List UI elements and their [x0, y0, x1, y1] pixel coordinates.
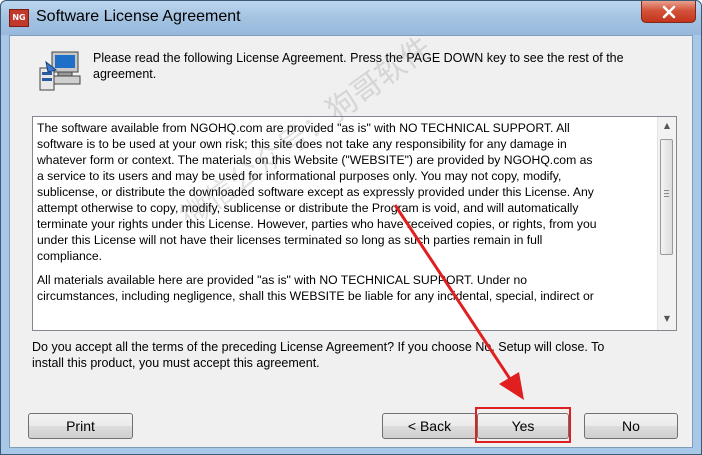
license-text-box[interactable]: The software available from NGOHQ.com ar…: [32, 116, 677, 331]
license-line: whatever form or context. The materials …: [37, 153, 593, 167]
license-line: under this License will not have their l…: [37, 233, 543, 247]
scrollbar-thumb[interactable]: [660, 139, 673, 255]
license-line: compliance.: [37, 249, 103, 263]
instruction-line: agreement.: [93, 67, 157, 81]
scroll-up-arrow-icon[interactable]: ▲: [661, 120, 673, 132]
title-bar[interactable]: NG Software License Agreement: [1, 1, 701, 35]
license-line: circumstances, including negligence, sha…: [37, 289, 594, 303]
license-text: The software available from NGOHQ.com ar…: [37, 120, 655, 328]
close-button[interactable]: [641, 1, 696, 23]
question-line: Do you accept all the terms of the prece…: [32, 340, 605, 354]
setup-computer-icon: [39, 51, 81, 91]
license-line: attempt otherwise to copy, modify, subli…: [37, 201, 579, 215]
accept-question-text: Do you accept all the terms of the prece…: [32, 339, 682, 371]
instruction-text: Please read the following License Agreem…: [93, 50, 673, 82]
back-button[interactable]: < Back: [382, 413, 477, 439]
no-button[interactable]: No: [584, 413, 678, 439]
license-line: terminate your rights under this License…: [37, 217, 597, 231]
license-line: a service to its users and may be used f…: [37, 169, 562, 183]
license-dialog-window: NG Software License Agreement Please rea…: [0, 0, 702, 455]
license-line: software is to be used at your own risk;…: [37, 137, 567, 151]
license-line: sublicense, or distribute the downloaded…: [37, 185, 594, 199]
yes-button-highlight: [475, 407, 571, 443]
app-icon: NG: [9, 9, 29, 27]
vertical-scrollbar[interactable]: ▲ ▼: [657, 117, 676, 330]
license-line: The software available from NGOHQ.com ar…: [37, 121, 570, 135]
license-line: All materials available here are provide…: [37, 273, 528, 287]
window-title: Software License Agreement: [36, 8, 241, 25]
instruction-line: Please read the following License Agreem…: [93, 51, 624, 65]
dialog-body: Please read the following License Agreem…: [9, 35, 693, 448]
scrollbar-grip-icon: [664, 190, 669, 199]
close-icon: [662, 5, 676, 19]
print-button[interactable]: Print: [28, 413, 133, 439]
question-line: install this product, you must accept th…: [32, 356, 320, 370]
scroll-down-arrow-icon[interactable]: ▼: [661, 313, 673, 325]
